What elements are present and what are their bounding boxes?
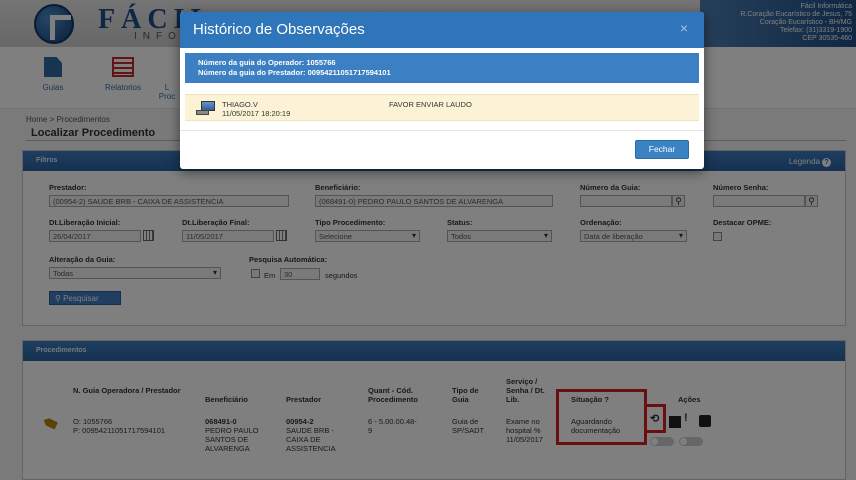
guia-prestador-text: Número da guia do Prestador: 00954211051…: [198, 68, 391, 77]
guia-info-box: Número da guia do Operador: 1055766 Núme…: [185, 53, 699, 83]
modal-footer-divider: [180, 130, 704, 131]
observation-text: FAVOR ENVIAR LAUDO: [389, 100, 472, 109]
observation-author: THIAGO.V 11/05/2017 18:20:19: [222, 100, 290, 118]
modal-title: Histórico de Observações: [193, 21, 365, 38]
observation-user: THIAGO.V: [222, 100, 258, 109]
guia-operador-text: Número da guia do Operador: 1055766: [198, 58, 336, 67]
close-icon[interactable]: ×: [680, 20, 688, 36]
observacoes-modal: Histórico de Observações × Número da gui…: [180, 12, 704, 169]
computer-user-icon: [196, 101, 215, 115]
observation-datetime: 11/05/2017 18:20:19: [222, 109, 291, 118]
modal-header: Histórico de Observações ×: [180, 12, 704, 48]
observation-row: THIAGO.V 11/05/2017 18:20:19 FAVOR ENVIA…: [185, 94, 699, 121]
fechar-button[interactable]: Fechar: [635, 140, 689, 159]
